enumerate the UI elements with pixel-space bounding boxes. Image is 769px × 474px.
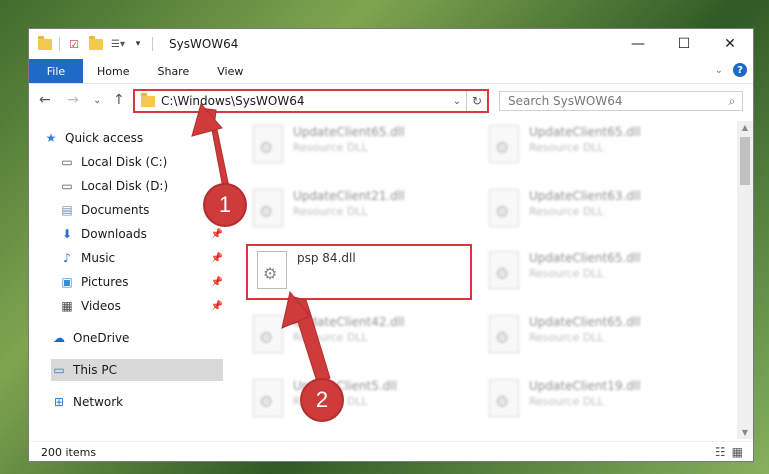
annotation-arrows [191, 102, 331, 386]
step-badge-1: 1 [205, 185, 245, 225]
step-badge-2: 2 [302, 380, 342, 420]
